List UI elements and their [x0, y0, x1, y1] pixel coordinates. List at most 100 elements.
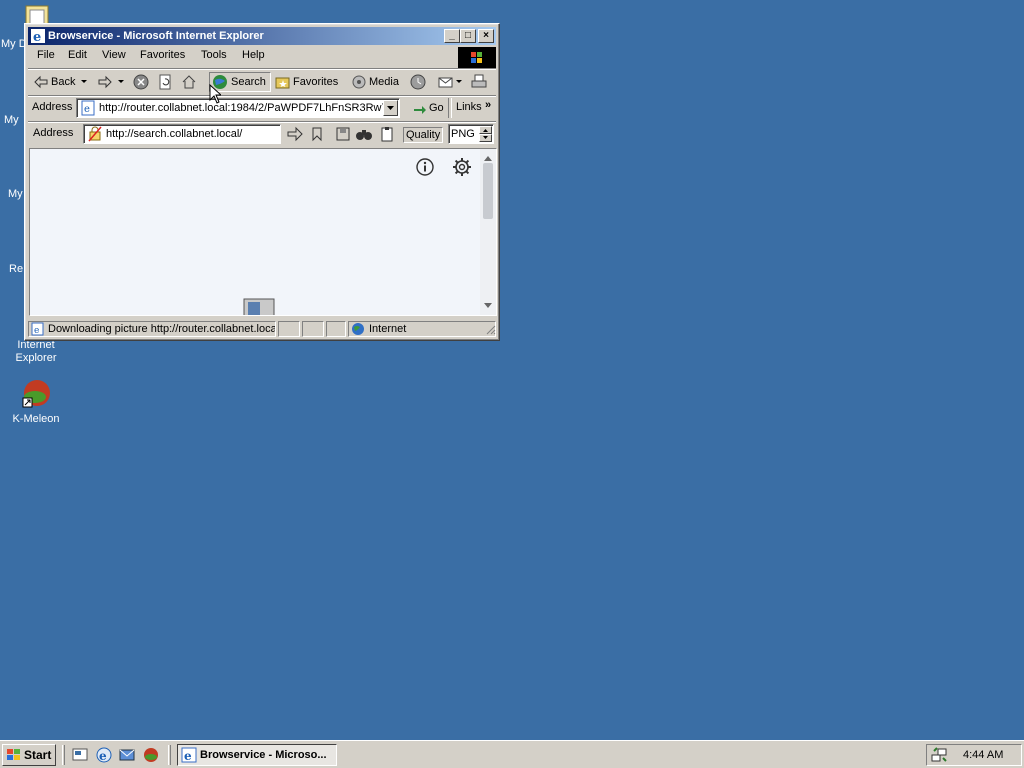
desktop-icon-label[interactable]: My: [8, 188, 23, 200]
svg-text:e: e: [33, 30, 41, 44]
windows-flag-icon: [6, 748, 22, 768]
desktop-icon-internet-explorer[interactable]: Internet Explorer: [0, 339, 72, 365]
toolbar-grip: [448, 98, 452, 118]
address-dropdown-button[interactable]: [383, 100, 398, 116]
home-button[interactable]: [181, 72, 197, 92]
title-bar[interactable]: e Browservice - Microsoft Internet Explo…: [28, 27, 496, 45]
print-icon: [471, 74, 487, 90]
address-bar: Address e http://router.collabnet.local:…: [28, 96, 496, 120]
ie-quicklaunch-icon[interactable]: e: [96, 747, 112, 766]
menu-bar: File Edit View Favorites Tools Help: [28, 46, 496, 66]
chevron-down-icon: [118, 80, 124, 84]
chevron-down-icon: [81, 80, 88, 84]
clipboard-button[interactable]: [379, 124, 395, 144]
page-loading-icon: e: [31, 322, 45, 336]
back-arrow-icon: [33, 74, 49, 90]
svg-text:e: e: [34, 326, 39, 336]
desktop-icon-label: Internet Explorer: [15, 339, 57, 364]
clipboard-icon: [379, 126, 395, 142]
svg-text:e: e: [84, 104, 90, 115]
page-content[interactable]: [29, 148, 497, 316]
taskbar-grip: [168, 745, 171, 765]
vertical-scrollbar[interactable]: [480, 149, 496, 315]
forward-button[interactable]: [97, 72, 124, 92]
k-meleon-quicklaunch-icon[interactable]: [143, 747, 159, 766]
zone-label: Internet: [369, 323, 407, 335]
svg-text:e: e: [184, 749, 192, 763]
taskbar-grip: [62, 745, 65, 765]
menu-favorites[interactable]: Favorites: [140, 49, 185, 61]
media-icon: [351, 74, 367, 90]
address-input[interactable]: e http://router.collabnet.local:1984/2/P…: [76, 98, 400, 118]
address-label: Address: [32, 101, 73, 113]
media-button[interactable]: Media: [351, 72, 399, 92]
stop-icon: [133, 74, 149, 90]
ie-icon: e: [181, 747, 197, 765]
scroll-down-icon[interactable]: [484, 299, 492, 311]
chevron-right-icon[interactable]: »: [485, 99, 491, 111]
scroll-thumb[interactable]: [483, 163, 493, 219]
save-icon: [335, 126, 351, 142]
desktop-icon-k-meleon[interactable]: K-Meleon: [0, 378, 72, 426]
outlook-icon[interactable]: [119, 747, 135, 766]
resize-grip-icon[interactable]: [484, 323, 496, 338]
chevron-down-icon: [456, 80, 462, 84]
network-tray-icon[interactable]: [931, 747, 947, 766]
clock[interactable]: 4:44 AM: [963, 749, 1003, 761]
desktop-icon-label[interactable]: My: [4, 114, 19, 126]
taskbar-window-button[interactable]: e Browservice - Microso...: [177, 744, 337, 766]
ie-icon: e: [30, 28, 46, 45]
mail-icon: [438, 74, 454, 90]
menu-file[interactable]: File: [37, 49, 55, 61]
start-button[interactable]: Start: [2, 744, 56, 766]
links-button[interactable]: Links: [456, 101, 482, 113]
status-bar: e Downloading picture http://router.coll…: [28, 320, 496, 338]
menu-view[interactable]: View: [102, 49, 126, 61]
bookmark-button[interactable]: [310, 124, 324, 144]
menu-help[interactable]: Help: [242, 49, 265, 61]
desktop-icon-label[interactable]: Re: [9, 263, 23, 275]
find-button[interactable]: [355, 124, 373, 144]
stepper-up-icon[interactable]: [479, 126, 492, 134]
back-button[interactable]: Back: [33, 72, 88, 92]
status-panel-blank: [326, 321, 346, 337]
desktop-icon-label: K-Meleon: [12, 413, 60, 425]
refresh-icon: [157, 74, 173, 90]
browservice-address-label: Address: [33, 127, 74, 139]
browservice-go-button[interactable]: [286, 124, 304, 144]
go-arrow-icon: [412, 100, 428, 116]
browservice-address-input[interactable]: http://search.collabnet.local/: [83, 124, 281, 144]
maximize-button[interactable]: □: [460, 29, 476, 43]
show-desktop-icon[interactable]: [72, 747, 88, 766]
favorites-button[interactable]: Favorites: [275, 72, 338, 92]
menu-edit[interactable]: Edit: [68, 49, 87, 61]
status-panel-lock: [302, 321, 324, 337]
home-icon: [181, 74, 197, 90]
menu-tools[interactable]: Tools: [201, 49, 227, 61]
stop-button[interactable]: [133, 72, 149, 92]
close-button[interactable]: ×: [478, 29, 494, 43]
minimize-button[interactable]: _: [444, 29, 460, 43]
taskbar: Start e e Browservice - Microso... 4:44 …: [0, 740, 1024, 768]
binoculars-icon: [355, 126, 373, 142]
go-button[interactable]: Go: [412, 98, 444, 118]
info-icon[interactable]: [416, 158, 434, 179]
history-icon: [410, 74, 426, 90]
print-button[interactable]: [471, 72, 487, 92]
refresh-button[interactable]: [157, 72, 173, 92]
computer-icon: [236, 297, 276, 315]
browservice-toolbar: Address http://search.collabnet.local/ Q…: [28, 123, 496, 145]
history-button[interactable]: [410, 72, 426, 92]
quality-stepper[interactable]: PNG: [448, 124, 494, 144]
internet-globe-icon: [351, 322, 365, 336]
windows-logo: [458, 47, 496, 69]
stepper-down-icon[interactable]: [479, 134, 492, 142]
gear-icon[interactable]: [452, 157, 472, 180]
save-image-button[interactable]: [335, 124, 351, 144]
favorites-icon: [275, 74, 291, 90]
mouse-cursor-icon: [209, 83, 223, 107]
svg-text:e: e: [99, 749, 107, 763]
mail-button[interactable]: [438, 72, 462, 92]
browser-window: e Browservice - Microsoft Internet Explo…: [24, 23, 500, 341]
arrow-right-icon: [286, 126, 304, 142]
